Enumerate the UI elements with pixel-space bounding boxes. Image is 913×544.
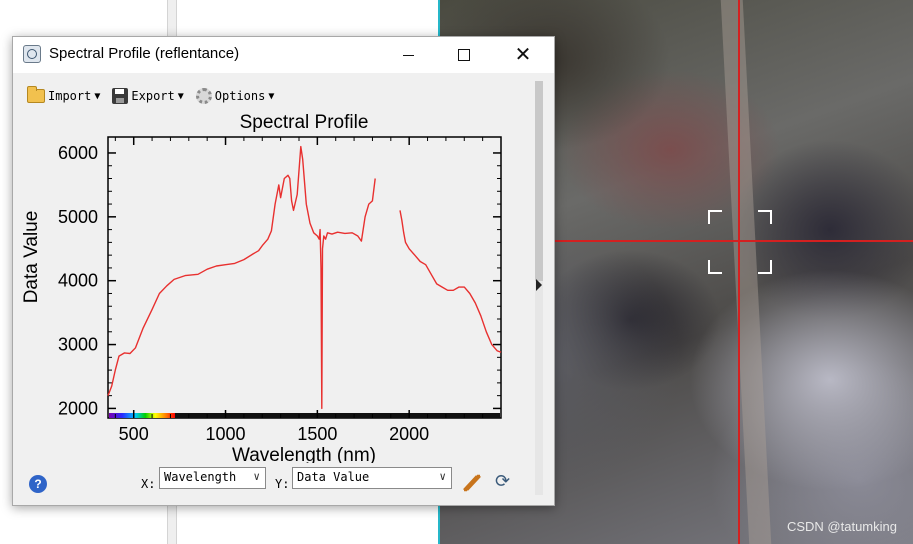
options-menu-button[interactable]: Options ▼: [195, 88, 275, 104]
x-axis-select-value: Wavelength: [164, 470, 237, 484]
y-axis-title: Data Value: [21, 211, 42, 304]
chevron-down-icon: ∨: [253, 470, 260, 483]
infrared-band: [175, 413, 500, 418]
cursor-box-corner: [708, 260, 722, 274]
x-tick-label: 1000: [206, 424, 246, 444]
maximize-button[interactable]: [441, 37, 487, 73]
title-bar[interactable]: Spectral Profile (reflentance) ✕: [13, 37, 554, 73]
save-disk-icon: [112, 88, 129, 104]
refresh-icon[interactable]: ⟳: [495, 471, 510, 492]
y-tick-label: 4000: [58, 271, 98, 291]
y-tick-label: 2000: [58, 398, 98, 418]
cursor-box-corner: [758, 260, 772, 274]
chart-title: Spectral Profile: [240, 112, 369, 133]
y-tick-label: 3000: [58, 335, 98, 355]
x-axis-prefix: X:: [141, 477, 156, 491]
crosshair-vertical-line: [738, 0, 740, 544]
export-label: Export: [131, 89, 175, 103]
maximize-icon: [458, 49, 470, 61]
y-axis-prefix: Y:: [275, 477, 290, 491]
expand-panel-arrow-icon[interactable]: [536, 279, 542, 291]
y-tick-label: 5000: [58, 207, 98, 227]
close-button[interactable]: ✕: [500, 37, 546, 73]
cursor-box-corner: [758, 210, 772, 224]
minimize-icon: [402, 54, 414, 56]
dropdown-arrow-icon: ▼: [177, 90, 184, 102]
x-tick-label: 500: [119, 424, 149, 444]
scrollbar-thumb[interactable]: [535, 81, 543, 281]
close-icon: ✕: [514, 44, 532, 66]
minimize-button[interactable]: [385, 37, 431, 73]
toolbar: Import ▼ Export ▼ Options ▼: [27, 85, 274, 107]
x-tick-label: 1500: [297, 424, 337, 444]
import-label: Import: [48, 89, 92, 103]
window-title: Spectral Profile (reflentance): [49, 45, 240, 62]
app-icon: [23, 45, 41, 63]
folder-icon: [27, 86, 45, 103]
x-axis-select[interactable]: Wavelength ∨: [159, 467, 266, 489]
spectral-profile-dialog: Spectral Profile (reflentance) ✕ Import …: [12, 36, 555, 506]
y-axis-select-value: Data Value: [297, 470, 370, 484]
options-label: Options: [214, 89, 266, 103]
help-button[interactable]: ?: [29, 475, 47, 493]
y-axis-select[interactable]: Data Value ∨: [292, 467, 452, 489]
x-axis-title: Wavelength (nm): [232, 445, 376, 463]
visible-spectrum-band: [109, 413, 175, 418]
y-tick-label: 6000: [58, 143, 98, 163]
watermark-text: CSDN @tatumking: [786, 519, 897, 534]
help-icon: ?: [34, 477, 42, 491]
chevron-down-icon: ∨: [439, 470, 446, 483]
dropdown-arrow-icon: ▼: [94, 90, 101, 102]
dropdown-arrow-icon: ▼: [268, 90, 275, 102]
spectral-profile-chart[interactable]: Spectral Profile 2000 3000 4000 5000 6000 500…: [13, 107, 533, 463]
x-tick-label: 2000: [389, 424, 429, 444]
cursor-box-corner: [708, 210, 722, 224]
gear-icon: [195, 88, 212, 104]
plot-style-icon[interactable]: [461, 472, 481, 492]
import-menu-button[interactable]: Import ▼: [27, 86, 101, 103]
export-menu-button[interactable]: Export ▼: [112, 88, 184, 104]
